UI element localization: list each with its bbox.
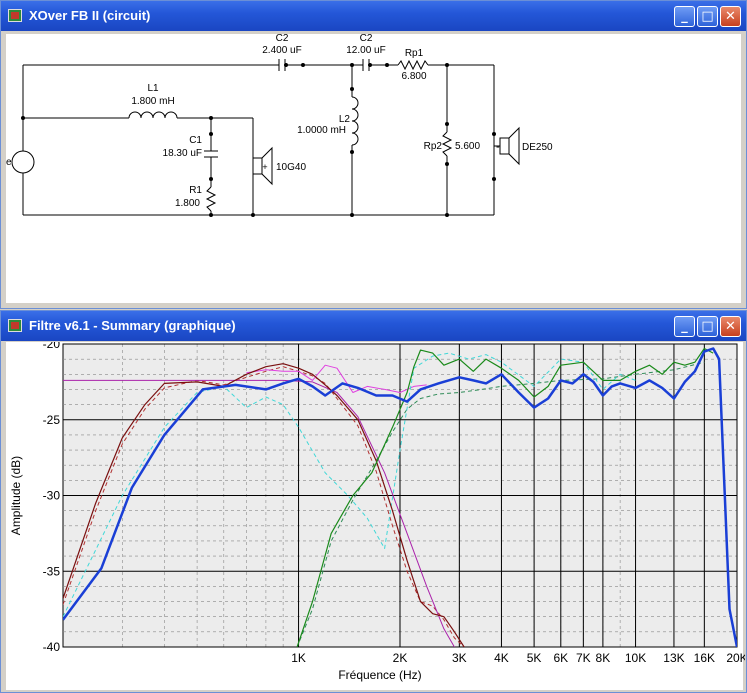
woofer-label[interactable]: 10G40 (276, 162, 306, 173)
c2a-value[interactable]: 2.400 uF (262, 45, 301, 56)
maximize-button[interactable]: □ (697, 316, 718, 337)
graph-window: Filtre v6.1 - Summary (graphique) _ □ ✕ … (0, 310, 747, 693)
x-tick-label: 3K (452, 651, 467, 665)
x-tick-label: 1K (291, 651, 306, 665)
x-tick-label: 4K (494, 651, 509, 665)
l2-label[interactable]: L2 (339, 114, 351, 125)
r1-value[interactable]: 1.800 (175, 198, 200, 209)
y-axis-label: Amplitude (dB) (9, 456, 23, 535)
l2-value[interactable]: 1.0000 mH (297, 125, 346, 136)
x-tick-label: 2K (393, 651, 408, 665)
c2b-value[interactable]: 12.00 uF (346, 45, 385, 56)
close-button[interactable]: ✕ (720, 6, 741, 27)
l1-value[interactable]: 1.800 mH (131, 96, 174, 107)
l1-label[interactable]: L1 (147, 83, 159, 94)
x-axis-label: Fréquence (Hz) (338, 668, 421, 682)
maximize-button[interactable]: □ (697, 6, 718, 27)
rp1-value[interactable]: 6.800 (401, 71, 426, 82)
x-tick-label: 20K (726, 651, 745, 665)
x-tick-label: 10K (625, 651, 646, 665)
x-tick-label: 8K (596, 651, 611, 665)
y-tick-label: -35 (43, 564, 61, 578)
x-tick-label: 16K (694, 651, 715, 665)
x-tick-label: 5K (527, 651, 542, 665)
rp1-label[interactable]: Rp1 (405, 48, 424, 59)
tweeter-label[interactable]: DE250 (522, 142, 553, 153)
graph-title-bar[interactable]: Filtre v6.1 - Summary (graphique) _ □ ✕ (1, 311, 746, 341)
y-tick-label: -40 (43, 640, 61, 654)
x-tick-label: 6K (553, 651, 568, 665)
circuit-title-bar[interactable]: XOver FB II (circuit) _ □ ✕ (1, 1, 746, 31)
tweeter-minus: - (496, 141, 500, 153)
x-tick-label: 13K (663, 651, 684, 665)
graph-canvas: -20 -25 -30 -35 -40 1K 2K 3K 4K 5K 6K 7K 8K 10K 13K 16K… (6, 342, 745, 692)
c2a-label[interactable]: C2 (276, 34, 289, 44)
c1-label[interactable]: C1 (189, 135, 202, 146)
circuit-window: XOver FB II (circuit) _ □ ✕ C2 2.400 uF … (0, 0, 747, 309)
circuit-window-title: XOver FB II (circuit) (29, 8, 151, 23)
y-tick-label: -30 (43, 489, 61, 503)
app-icon[interactable] (8, 9, 22, 22)
source-label[interactable]: e (6, 157, 12, 168)
c2b-label[interactable]: C2 (360, 34, 373, 44)
woofer-plus: + (262, 162, 267, 172)
close-button[interactable]: ✕ (720, 316, 741, 337)
minimize-button[interactable]: _ (674, 316, 695, 337)
rp2-label[interactable]: Rp2 (424, 141, 443, 152)
schematic-diagram: C2 2.400 uF C2 12.00 uF Rp1 6.800 L1 1.8… (6, 34, 553, 217)
y-tick-label: -25 (43, 413, 61, 427)
graph-window-title: Filtre v6.1 - Summary (graphique) (29, 318, 236, 333)
minimize-button[interactable]: _ (674, 6, 695, 27)
rp2-value[interactable]: 5.600 (455, 141, 480, 152)
x-tick-label: 7K (576, 651, 591, 665)
c1-value[interactable]: 18.30 uF (163, 148, 202, 159)
y-tick-label: -20 (43, 342, 61, 351)
frequency-response-chart[interactable]: -20 -25 -30 -35 -40 1K 2K 3K 4K 5K 6K 7K 8K 10K 13K 16K… (6, 342, 745, 692)
app-icon[interactable] (8, 319, 22, 332)
circuit-canvas: C2 2.400 uF C2 12.00 uF Rp1 6.800 L1 1.8… (6, 34, 741, 303)
r1-label[interactable]: R1 (189, 185, 202, 196)
